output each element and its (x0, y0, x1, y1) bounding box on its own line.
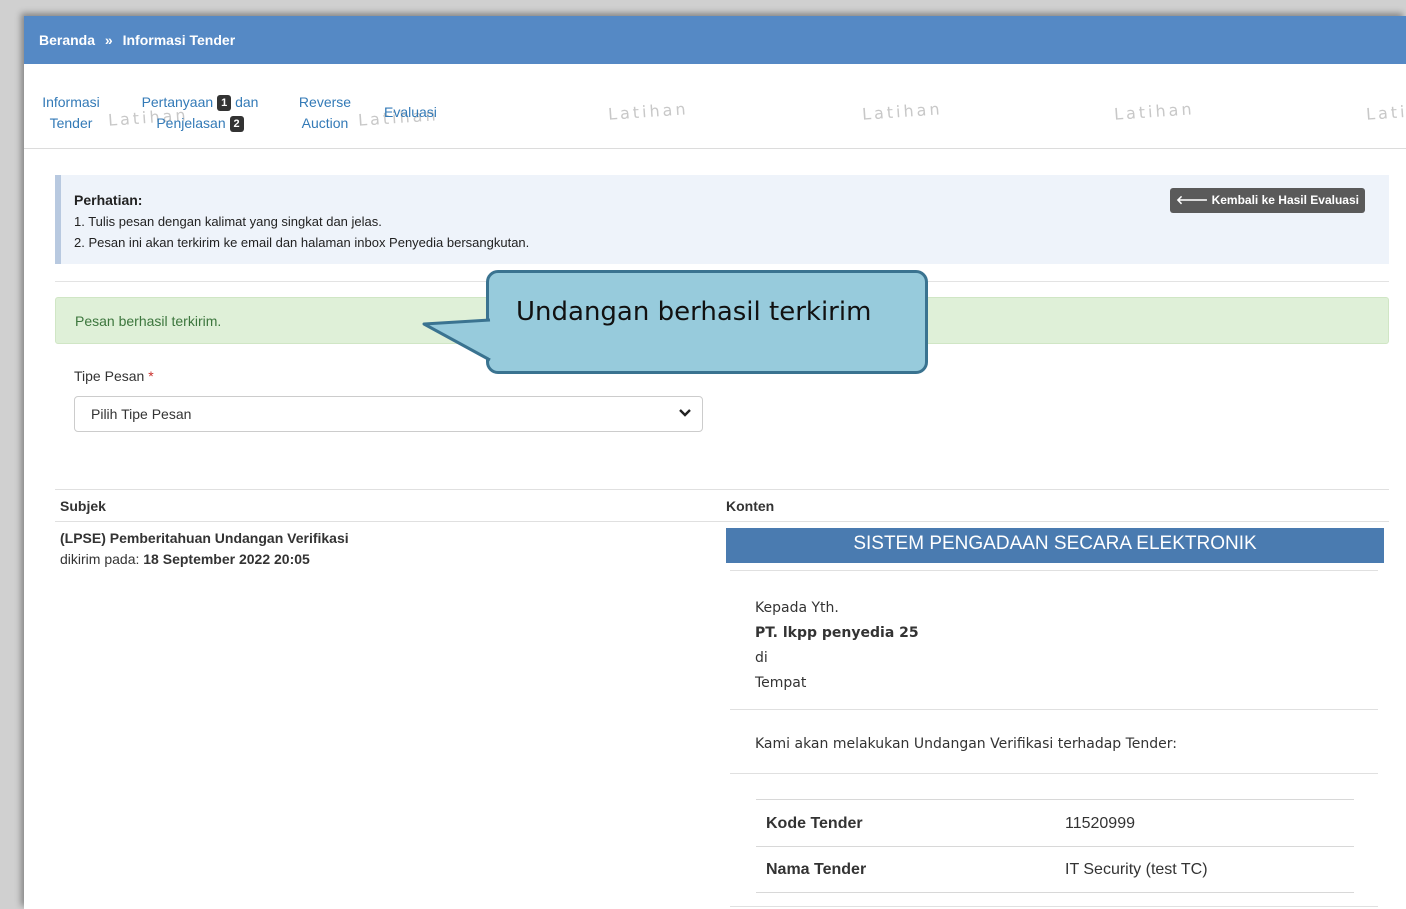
message-subject: (LPSE) Pemberitahuan Undangan Verifikasi… (60, 528, 349, 570)
callout-annotation: Undangan berhasil terkirim (486, 270, 928, 374)
nama-tender-label: Nama Tender (766, 861, 867, 878)
tipe-pesan-label: Tipe Pesan * (74, 368, 154, 384)
sent-date: 18 September 2022 20:05 (143, 551, 310, 567)
kode-tender-value: 11520999 (1065, 815, 1135, 832)
tab-label: Tender (49, 115, 93, 131)
divider (756, 799, 1354, 800)
tab-label: Pertanyaan (141, 94, 214, 110)
recipient-name: PT. lkpp penyedia 25 (755, 625, 919, 641)
tab-label: Evaluasi (384, 104, 437, 120)
email-intro: Kami akan melakukan Undangan Verifikasi … (755, 736, 1178, 752)
tab-label: Informasi (42, 94, 100, 110)
watermark: Latihan (1113, 99, 1196, 124)
column-header-content: Konten (726, 498, 775, 514)
notice-line: 2. Pesan ini akan terkirim ke email dan … (74, 235, 530, 250)
divider (756, 846, 1354, 847)
breadcrumb-separator: » (104, 32, 113, 48)
alert-text: Pesan berhasil terkirim. (75, 313, 222, 329)
divider (756, 892, 1354, 893)
chevron-down-icon (678, 405, 692, 422)
tab-label: Reverse (298, 94, 352, 110)
watermark: Latihan (607, 99, 690, 124)
app-window: Beranda » Informasi Tender Latihan Latih… (24, 16, 1406, 909)
back-to-evaluation-button[interactable]: 🡐 Kembali ke Hasil Evaluasi (1170, 188, 1365, 213)
breadcrumb-home[interactable]: Beranda (39, 32, 95, 48)
tipe-pesan-select[interactable]: Pilih Tipe Pesan (74, 396, 703, 432)
tab-reverse-auction[interactable]: Reverse Auction (292, 92, 358, 134)
divider (730, 773, 1378, 774)
tab-bar: Latihan Latihan Latihan Latihan Latihan … (24, 64, 1406, 149)
nama-tender-value: IT Security (test TC) (1065, 861, 1208, 878)
watermark: Latihan (1365, 99, 1406, 124)
sent-label: dikirim pada: (60, 551, 140, 567)
tab-informasi-tender[interactable]: Informasi Tender (38, 92, 104, 134)
divider (730, 906, 1378, 907)
column-header-subject: Subjek (60, 498, 106, 514)
explanation-count-badge: 2 (229, 116, 244, 133)
back-button-label: Kembali ke Hasil Evaluasi (1211, 193, 1359, 207)
email-header: SISTEM PENGADAAN SECARA ELEKTRONIK (726, 528, 1384, 563)
breadcrumb-bar: Beranda » Informasi Tender (24, 16, 1406, 64)
divider (730, 709, 1378, 710)
question-count-badge: 1 (217, 95, 232, 112)
email-address-block: Kepada Yth. PT. lkpp penyedia 25 di Temp… (755, 596, 919, 696)
breadcrumb-current: Informasi Tender (122, 32, 236, 48)
tab-pertanyaan-penjelasan[interactable]: Pertanyaan 1 dan Penjelasan 2 (130, 92, 270, 134)
divider (730, 570, 1378, 571)
address-place: Tempat (755, 675, 807, 691)
kode-tender-label: Kode Tender (766, 815, 863, 832)
notice-panel: Perhatian: 1. Tulis pesan dengan kalimat… (55, 175, 1389, 264)
notice-line: 1. Tulis pesan dengan kalimat yang singk… (74, 214, 382, 229)
select-value: Pilih Tipe Pesan (91, 406, 192, 422)
subject-text: (LPSE) Pemberitahuan Undangan Verifikasi (60, 530, 349, 546)
arrow-left-icon: 🡐 (1176, 193, 1209, 207)
notice-title: Perhatian: (74, 192, 143, 208)
callout-tail (422, 318, 497, 362)
tab-evaluasi[interactable]: Evaluasi (384, 102, 437, 123)
address-prefix: Kepada Yth. (755, 600, 839, 616)
callout-text: Undangan berhasil terkirim (516, 297, 872, 327)
tab-label: Penjelasan (156, 115, 226, 131)
address-di: di (755, 650, 768, 666)
tab-label: dan (235, 94, 259, 110)
watermark: Latihan (861, 99, 944, 124)
tab-label: Auction (301, 115, 349, 131)
table-header: Subjek Konten (55, 489, 1389, 522)
required-mark: * (148, 368, 154, 384)
